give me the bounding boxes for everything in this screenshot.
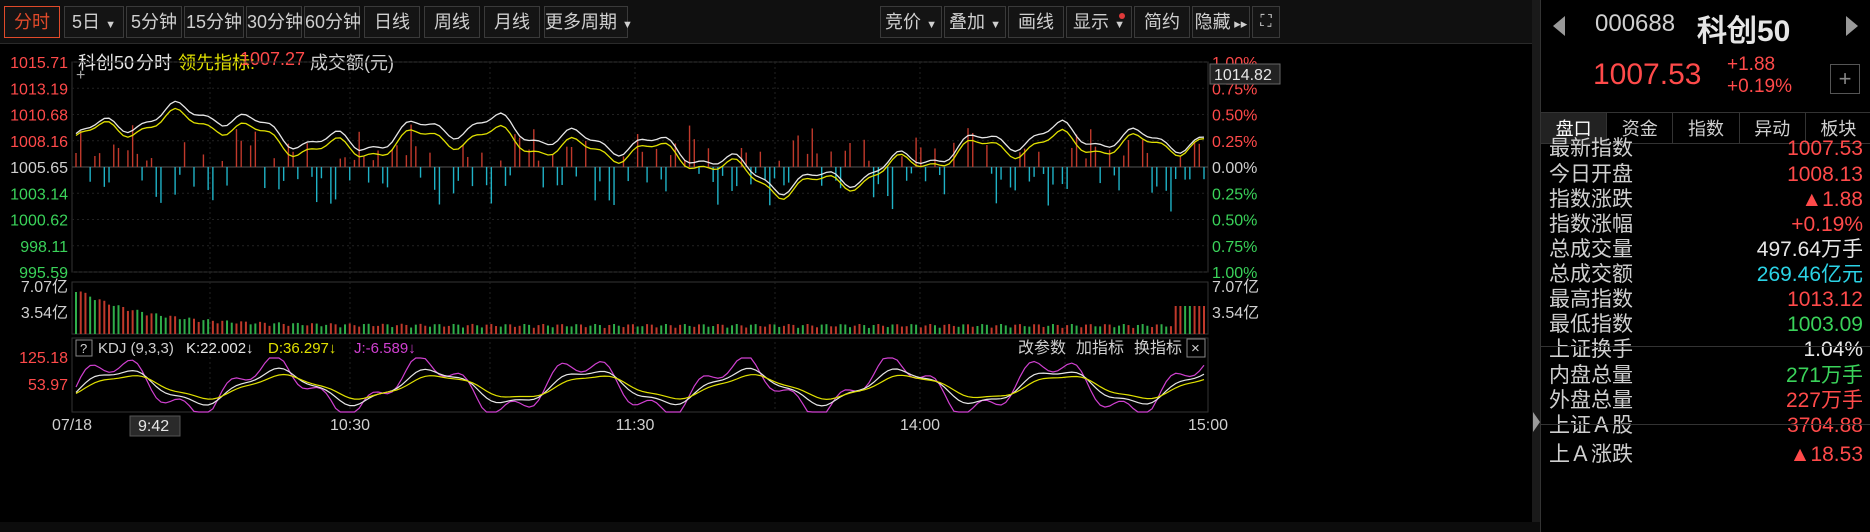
price-line — [75, 100, 1205, 196]
divider — [1541, 346, 1870, 347]
intraday-chart[interactable]: 1015.711.00%1013.190.75%1010.680.50%1008… — [0, 0, 1532, 532]
kdj-d-value: D:36.297↓ — [268, 340, 336, 357]
time-tick-label: 10:30 — [330, 417, 370, 434]
lead-indicator-line — [75, 107, 1205, 200]
kdj-k-line — [75, 367, 1205, 407]
quote-row-label: 上证Ａ股 — [1549, 414, 1633, 437]
price-tick-label: 1000.62 — [10, 213, 68, 230]
price-change: +1.88 — [1727, 54, 1776, 75]
plus-icon: + — [76, 67, 85, 84]
pct-tick-label: 0.50% — [1212, 108, 1257, 125]
crosshair-value: 1014.82 — [1214, 67, 1272, 84]
quote-row-value: 3704.88 — [1787, 414, 1863, 437]
kdj-k-value: K:22.002↓ — [186, 340, 254, 357]
quote-row: 上证Ａ股 3704.88 — [1549, 411, 1863, 441]
time-tick-label: 14:00 — [900, 417, 940, 434]
kdj-change-indicator: 换指标 — [1134, 339, 1182, 357]
pct-tick-label: 0.00% — [1212, 160, 1257, 177]
time-tick-label: 15:00 — [1188, 417, 1228, 434]
price-tick-label: 998.11 — [20, 239, 68, 256]
volume-tick-label: 7.07亿 — [1212, 278, 1259, 296]
price-change-block: +1.88 +0.19% — [1727, 54, 1792, 98]
price-tick-label: 1013.19 — [10, 81, 68, 98]
price-tick-label: 1003.14 — [10, 186, 68, 203]
quote-row-value: ▲18.53 — [1789, 443, 1863, 466]
kdj-label: KDJ (9,3,3) — [98, 340, 174, 357]
bottom-indicator-bar[interactable] — [0, 522, 1540, 532]
time-tick-label: 11:30 — [616, 417, 655, 434]
last-price: 1007.53 — [1593, 58, 1702, 91]
kdj-j-line — [75, 357, 1205, 413]
previous-symbol-icon[interactable] — [1553, 16, 1565, 36]
panel-separator[interactable] — [1532, 0, 1540, 532]
price-tick-label: 1008.16 — [10, 134, 68, 151]
pct-tick-label: 0.50% — [1212, 213, 1257, 230]
next-symbol-icon[interactable] — [1846, 16, 1858, 36]
kdj-tick-label: 125.18 — [19, 350, 68, 367]
add-watchlist-button[interactable]: + — [1830, 64, 1860, 94]
kdj-edit-params: 改参数 — [1018, 339, 1066, 357]
volume-tick-label: 3.54亿 — [1212, 304, 1259, 322]
pct-tick-label: 0.25% — [1212, 186, 1257, 203]
pct-tick-label: 0.75% — [1212, 239, 1257, 256]
collapse-panel-icon[interactable] — [1533, 412, 1540, 432]
symbol-name: 科创50 — [1697, 15, 1791, 48]
kdj-help-icon: ? — [80, 341, 87, 356]
kdj-add-indicator: 加指标 — [1076, 339, 1124, 357]
time-cursor-label: 9:42 — [138, 418, 169, 435]
time-date-label: 07/18 — [52, 417, 92, 434]
price-tick-label: 1010.68 — [10, 108, 68, 125]
kdj-tick-label: 53.97 — [28, 377, 68, 394]
volume-tick-label: 7.07亿 — [21, 278, 68, 296]
pct-tick-label: 0.25% — [1212, 134, 1257, 151]
price-change-pct: +0.19% — [1727, 76, 1792, 97]
volume-tick-label: 3.54亿 — [21, 304, 68, 322]
symbol-code: 000688 — [1595, 10, 1676, 37]
divider — [1541, 424, 1870, 425]
quote-panel: 000688 科创50 1007.53 +1.88 +0.19% + 盘口 资金… — [1540, 0, 1870, 532]
quote-row: 上Ａ涨跌 ▲18.53 — [1549, 440, 1863, 470]
price-tick-label: 1015.71 — [10, 55, 68, 72]
price-tick-label: 1005.65 — [10, 160, 68, 177]
quote-row-label: 上Ａ涨跌 — [1549, 443, 1633, 466]
kdj-close-icon: × — [1191, 340, 1200, 357]
volume-pane-frame — [71, 281, 1209, 335]
kdj-j-value: J:-6.589↓ — [354, 340, 416, 357]
